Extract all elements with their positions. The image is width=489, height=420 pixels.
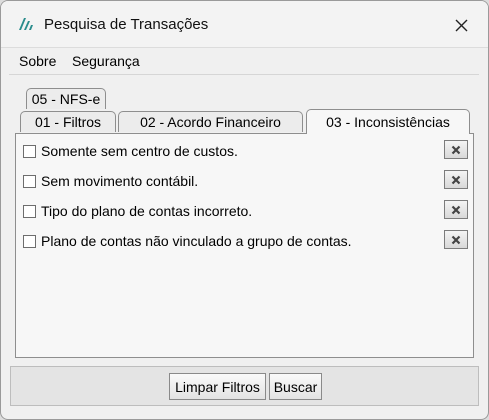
tab-inconsistencias[interactable]: 03 - Inconsistências bbox=[306, 109, 470, 134]
option-row: Sem movimento contábil. bbox=[23, 172, 198, 190]
option-label: Somente sem centro de custos. bbox=[41, 143, 238, 159]
option-row: Plano de contas não vinculado a grupo de… bbox=[23, 232, 352, 250]
option-label: Plano de contas não vinculado a grupo de… bbox=[41, 233, 352, 249]
tab-nfse-label: 05 - NFS-e bbox=[31, 91, 101, 107]
clear-button[interactable] bbox=[444, 230, 468, 249]
buscar-button[interactable]: Buscar bbox=[269, 373, 322, 400]
option-label: Sem movimento contábil. bbox=[41, 173, 199, 189]
option-row: Tipo do plano de contas incorreto. bbox=[23, 202, 252, 220]
tab-filtros-label: 01 - Filtros bbox=[34, 114, 102, 130]
tab-inconsistencias-label: 03 - Inconsistências bbox=[326, 114, 450, 130]
clear-x-icon bbox=[451, 235, 461, 244]
checkbox-plano-nao-vinculado[interactable] bbox=[23, 234, 36, 248]
tab-acordo-financeiro[interactable]: 02 - Acordo Financeiro bbox=[118, 111, 303, 132]
menu-sobre[interactable]: Sobre bbox=[19, 53, 56, 69]
title-bar: Pesquisa de Transações bbox=[1, 1, 488, 47]
menu-seguranca[interactable]: Segurança bbox=[72, 53, 140, 69]
footer-bar: Limpar Filtros Buscar bbox=[10, 366, 479, 406]
menu-bar: Sobre Segurança bbox=[1, 47, 488, 74]
clear-button[interactable] bbox=[444, 140, 468, 159]
tab-acordo-label: 02 - Acordo Financeiro bbox=[140, 114, 281, 130]
clear-x-icon bbox=[451, 205, 461, 214]
app-logo-icon bbox=[19, 18, 33, 30]
tab-nfse[interactable]: 05 - NFS-e bbox=[26, 88, 106, 109]
close-button[interactable] bbox=[445, 11, 477, 39]
limpar-filtros-button[interactable]: Limpar Filtros bbox=[169, 373, 266, 400]
clear-x-icon bbox=[451, 145, 461, 154]
option-row: Somente sem centro de custos. bbox=[23, 142, 238, 160]
clear-x-icon bbox=[451, 175, 461, 184]
menu-divider bbox=[9, 74, 479, 75]
clear-button[interactable] bbox=[444, 170, 468, 189]
window: Pesquisa de Transações Sobre Segurança 0… bbox=[0, 0, 489, 420]
inconsistencias-panel: Somente sem centro de custos. Sem movime… bbox=[15, 133, 474, 358]
option-label: Tipo do plano de contas incorreto. bbox=[41, 203, 253, 219]
clear-button[interactable] bbox=[444, 200, 468, 219]
checkbox-tipo-plano-incorreto[interactable] bbox=[23, 204, 36, 218]
checkbox-sem-centro-custos[interactable] bbox=[23, 144, 36, 158]
checkbox-sem-movimento-contabil[interactable] bbox=[23, 174, 36, 188]
tab-filtros[interactable]: 01 - Filtros bbox=[20, 111, 116, 132]
window-title: Pesquisa de Transações bbox=[44, 16, 209, 33]
close-icon bbox=[455, 19, 467, 31]
